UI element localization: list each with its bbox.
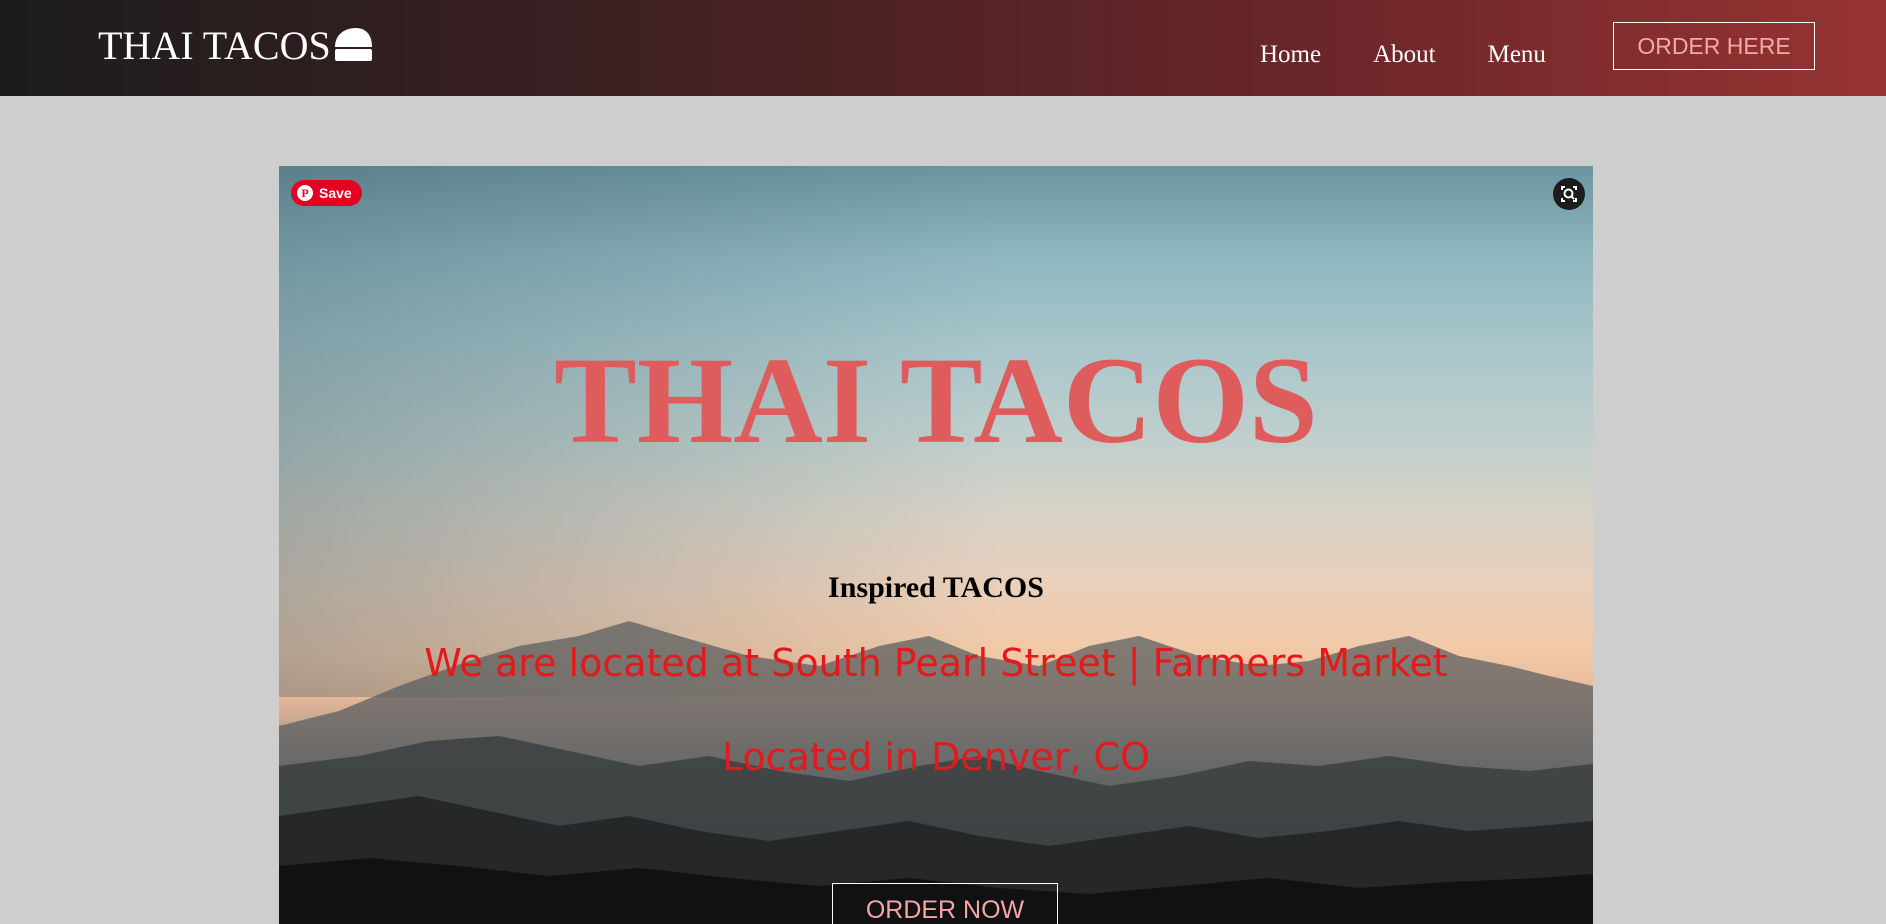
visual-search-icon[interactable] bbox=[1553, 178, 1585, 210]
nav-home[interactable]: Home bbox=[1260, 40, 1321, 70]
order-now-button[interactable]: ORDER NOW bbox=[832, 883, 1058, 924]
nav-menu[interactable]: Menu bbox=[1488, 40, 1546, 70]
hero-section: P Save THAI TACOS Inspired TACOS We are … bbox=[279, 166, 1593, 924]
order-here-button[interactable]: ORDER HERE bbox=[1613, 22, 1815, 70]
main-nav: Home About Menu bbox=[1240, 40, 1546, 70]
mountain-silhouette bbox=[279, 621, 1593, 924]
pinterest-save-label: Save bbox=[319, 185, 352, 201]
taco-icon bbox=[334, 28, 372, 61]
logo-text: THAI TACOS bbox=[98, 23, 331, 68]
hero-city-line: Located in Denver, CO bbox=[722, 735, 1150, 779]
site-logo[interactable]: THAI TACOS bbox=[98, 22, 374, 70]
pinterest-save-button[interactable]: P Save bbox=[291, 180, 362, 206]
pinterest-icon: P bbox=[297, 185, 313, 201]
site-header: THAI TACOS Home About Menu ORDER HERE bbox=[0, 0, 1886, 96]
hero-title: THAI TACOS bbox=[554, 332, 1318, 469]
hero-subtitle: Inspired TACOS bbox=[828, 571, 1044, 604]
hero-location-line: We are located at South Pearl Street | F… bbox=[424, 641, 1448, 685]
nav-about[interactable]: About bbox=[1373, 40, 1436, 70]
